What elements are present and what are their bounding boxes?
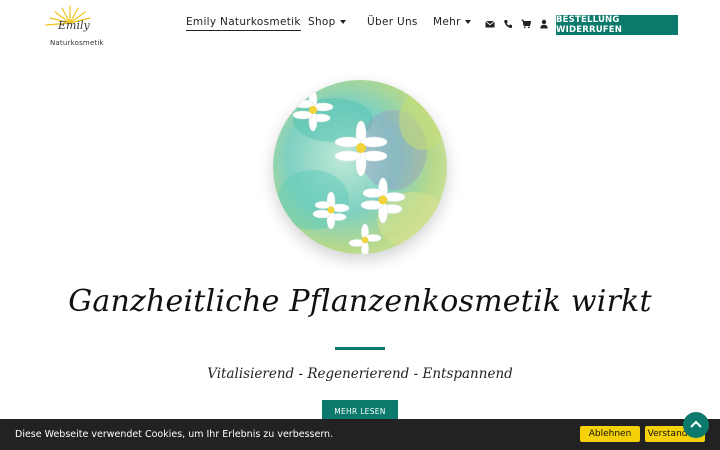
cookie-decline-button[interactable]: Ablehnen: [580, 426, 640, 442]
user-icon[interactable]: [539, 19, 549, 29]
logo-script-name: Emily: [58, 19, 90, 32]
cookie-message: Diese Webseite verwendet Cookies, um Ihr…: [15, 429, 334, 440]
site-logo[interactable]: Emily Naturkosmetik: [34, 3, 106, 49]
hero-image: [273, 80, 447, 254]
cookie-banner: Diese Webseite verwendet Cookies, um Ihr…: [0, 419, 720, 450]
chevron-down-icon: [464, 20, 471, 24]
nav-item-emily-naturkosmetik[interactable]: Emily Naturkosmetik: [186, 16, 301, 31]
nav-item-mehr[interactable]: Mehr: [433, 16, 471, 28]
nav-item-label: Emily Naturkosmetik: [186, 16, 301, 28]
back-to-top-button[interactable]: [683, 412, 709, 438]
nav-item-shop[interactable]: Shop: [308, 16, 346, 28]
nav-item-label: Über Uns: [367, 16, 418, 28]
daisy-watercolor-image: [273, 80, 447, 254]
nav-item-label: Mehr: [433, 16, 461, 28]
nav-item-ueber-uns[interactable]: Über Uns: [367, 16, 418, 28]
site-header: Emily Naturkosmetik Emily Naturkosmetik …: [0, 0, 720, 52]
hero-divider: [335, 347, 385, 350]
chevron-down-icon: [339, 20, 346, 24]
chevron-up-icon: [690, 420, 702, 428]
logo-subtitle: Naturkosmetik: [50, 39, 104, 47]
phone-icon[interactable]: [503, 19, 513, 29]
envelope-icon[interactable]: [485, 19, 495, 29]
nav-item-label: Shop: [308, 16, 336, 28]
hero-headline: Ganzheitliche Pflanzenkosmetik wirkt: [68, 284, 652, 319]
cancel-order-button[interactable]: BESTELLUNG WIDERRUFEN: [556, 15, 678, 35]
cart-icon[interactable]: [521, 19, 531, 29]
hero-subline: Vitalisierend - Regenerierend - Entspann…: [207, 366, 513, 382]
